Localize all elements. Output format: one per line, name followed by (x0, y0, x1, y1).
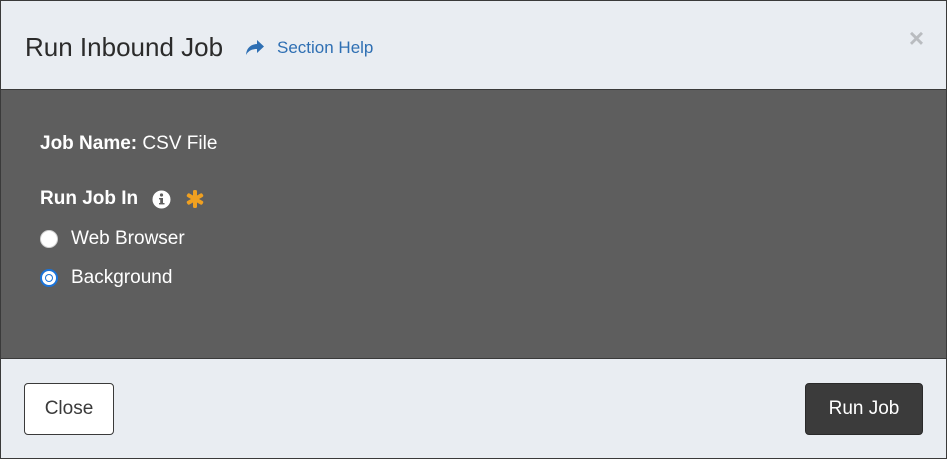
run-job-in-label: Run Job In (40, 188, 139, 209)
dialog-body: Job Name: CSV File Run Job In Web Browse… (1, 90, 946, 358)
section-help-label: Section Help (277, 38, 374, 57)
close-icon[interactable]: × (909, 25, 924, 51)
close-button[interactable]: Close (24, 383, 114, 435)
job-name-value: CSV File (142, 133, 218, 154)
dialog-header: Run Inbound Job Section Help × (1, 1, 946, 90)
radio-label-background: Background (71, 267, 173, 288)
radio-button-background[interactable] (40, 269, 58, 287)
dialog-footer: Close Run Job (1, 358, 946, 458)
run-job-in-row: Run Job In (40, 187, 205, 211)
radio-button-web-browser[interactable] (40, 230, 58, 248)
section-help-link[interactable]: Section Help (245, 37, 373, 59)
info-circle-icon[interactable] (152, 190, 171, 209)
asterisk-icon (185, 189, 205, 209)
radio-option-background[interactable]: Background (40, 266, 172, 290)
share-arrow-icon (245, 39, 265, 57)
dialog-title: Run Inbound Job (25, 32, 224, 62)
run-job-button[interactable]: Run Job (805, 383, 923, 435)
run-inbound-job-dialog: Run Inbound Job Section Help × Job Name:… (0, 0, 947, 459)
radio-option-web-browser[interactable]: Web Browser (40, 227, 185, 251)
job-name-row: Job Name: CSV File (40, 132, 217, 156)
radio-label-web-browser: Web Browser (71, 228, 185, 249)
job-name-label: Job Name: (40, 133, 138, 154)
